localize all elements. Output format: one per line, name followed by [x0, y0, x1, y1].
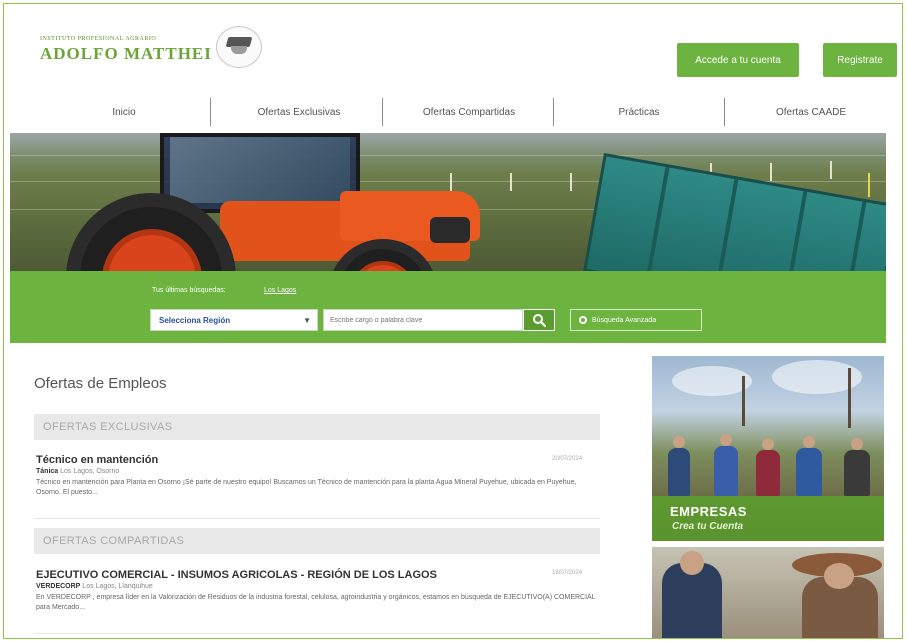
company-name[interactable]: Tánica: [36, 468, 58, 475]
region-select-value: Selecciona Región: [159, 315, 231, 325]
logo-name: ADOLFO MATTHEI: [40, 44, 212, 63]
page-title: Ofertas de Empleos: [34, 375, 167, 392]
job-location: Los Lagos, Llanquihue: [82, 583, 153, 590]
trailer: [583, 153, 886, 271]
main-nav: Inicio Ofertas Exclusivas Ofertas Compar…: [4, 92, 902, 132]
advanced-search-label: Búsqueda Avanzada: [592, 316, 657, 324]
job-title[interactable]: Técnico en mantención: [36, 454, 158, 466]
graduation-cap-icon: [216, 26, 262, 68]
page-frame: INSTITUTO PROFESIONAL AGRARIO ADOLFO MAT…: [3, 3, 903, 639]
company-name[interactable]: VERDECORP: [36, 583, 80, 590]
login-button[interactable]: Accede a tu cuenta: [677, 43, 799, 77]
keyword-input[interactable]: [323, 309, 523, 331]
nav-item-ofertas-exclusivas[interactable]: Ofertas Exclusivas: [214, 92, 384, 132]
gear-icon: [579, 316, 587, 324]
students-promo-image[interactable]: [652, 547, 884, 638]
register-button[interactable]: Registrate: [823, 43, 897, 77]
advanced-search-button[interactable]: Búsqueda Avanzada: [570, 309, 702, 331]
search-button[interactable]: [523, 309, 555, 331]
job-date: 18/07/2024: [552, 570, 583, 576]
region-select[interactable]: Selecciona Región ▼: [150, 309, 318, 331]
search-bar: Tus últimas búsquedas: Los Lagos Selecci…: [10, 271, 886, 343]
divider: [34, 633, 600, 634]
nav-divider: [724, 98, 725, 126]
hero-banner-image: [10, 133, 886, 271]
logo-tagline: INSTITUTO PROFESIONAL AGRARIO: [40, 36, 157, 42]
empresas-title: EMPRESAS: [670, 504, 747, 519]
job-company: VERDECORP Los Lagos, Llanquihue: [36, 583, 153, 590]
job-date: 20/07/2024: [552, 456, 583, 462]
site-logo[interactable]: INSTITUTO PROFESIONAL AGRARIO ADOLFO MAT…: [34, 22, 274, 72]
nav-item-ofertas-compartidas[interactable]: Ofertas Compartidas: [384, 92, 554, 132]
empresas-subtitle: Crea tu Cuenta: [672, 521, 744, 532]
search-icon: [533, 314, 546, 327]
empresas-banner[interactable]: EMPRESAS Crea tu Cuenta: [652, 356, 884, 541]
nav-divider: [382, 98, 383, 126]
recent-search-link[interactable]: Los Lagos: [264, 287, 296, 294]
nav-item-inicio[interactable]: Inicio: [44, 92, 204, 132]
job-description: Técnico en mantención para Planta en Oso…: [36, 479, 577, 496]
job-location: Los Lagos, Osorno: [60, 468, 120, 475]
nav-item-practicas[interactable]: Prácticas: [554, 92, 724, 132]
divider: [34, 518, 600, 519]
job-description: En VERDECORP , empresa líder en la Valor…: [36, 594, 596, 611]
site-header: INSTITUTO PROFESIONAL AGRARIO ADOLFO MAT…: [4, 4, 902, 89]
job-title[interactable]: EJECUTIVO COMERCIAL - INSUMOS AGRICOLAS …: [36, 569, 437, 581]
nav-divider: [210, 98, 211, 126]
nav-item-ofertas-caade[interactable]: Ofertas CAADE: [726, 92, 896, 132]
section-header-shared: OFERTAS COMPARTIDAS: [34, 528, 600, 554]
chevron-down-icon: ▼: [303, 316, 311, 325]
recent-searches-label: Tus últimas búsquedas:: [152, 287, 226, 294]
section-header-exclusive: OFERTAS EXCLUSIVAS: [34, 414, 600, 440]
job-company: Tánica Los Lagos, Osorno: [36, 468, 119, 475]
